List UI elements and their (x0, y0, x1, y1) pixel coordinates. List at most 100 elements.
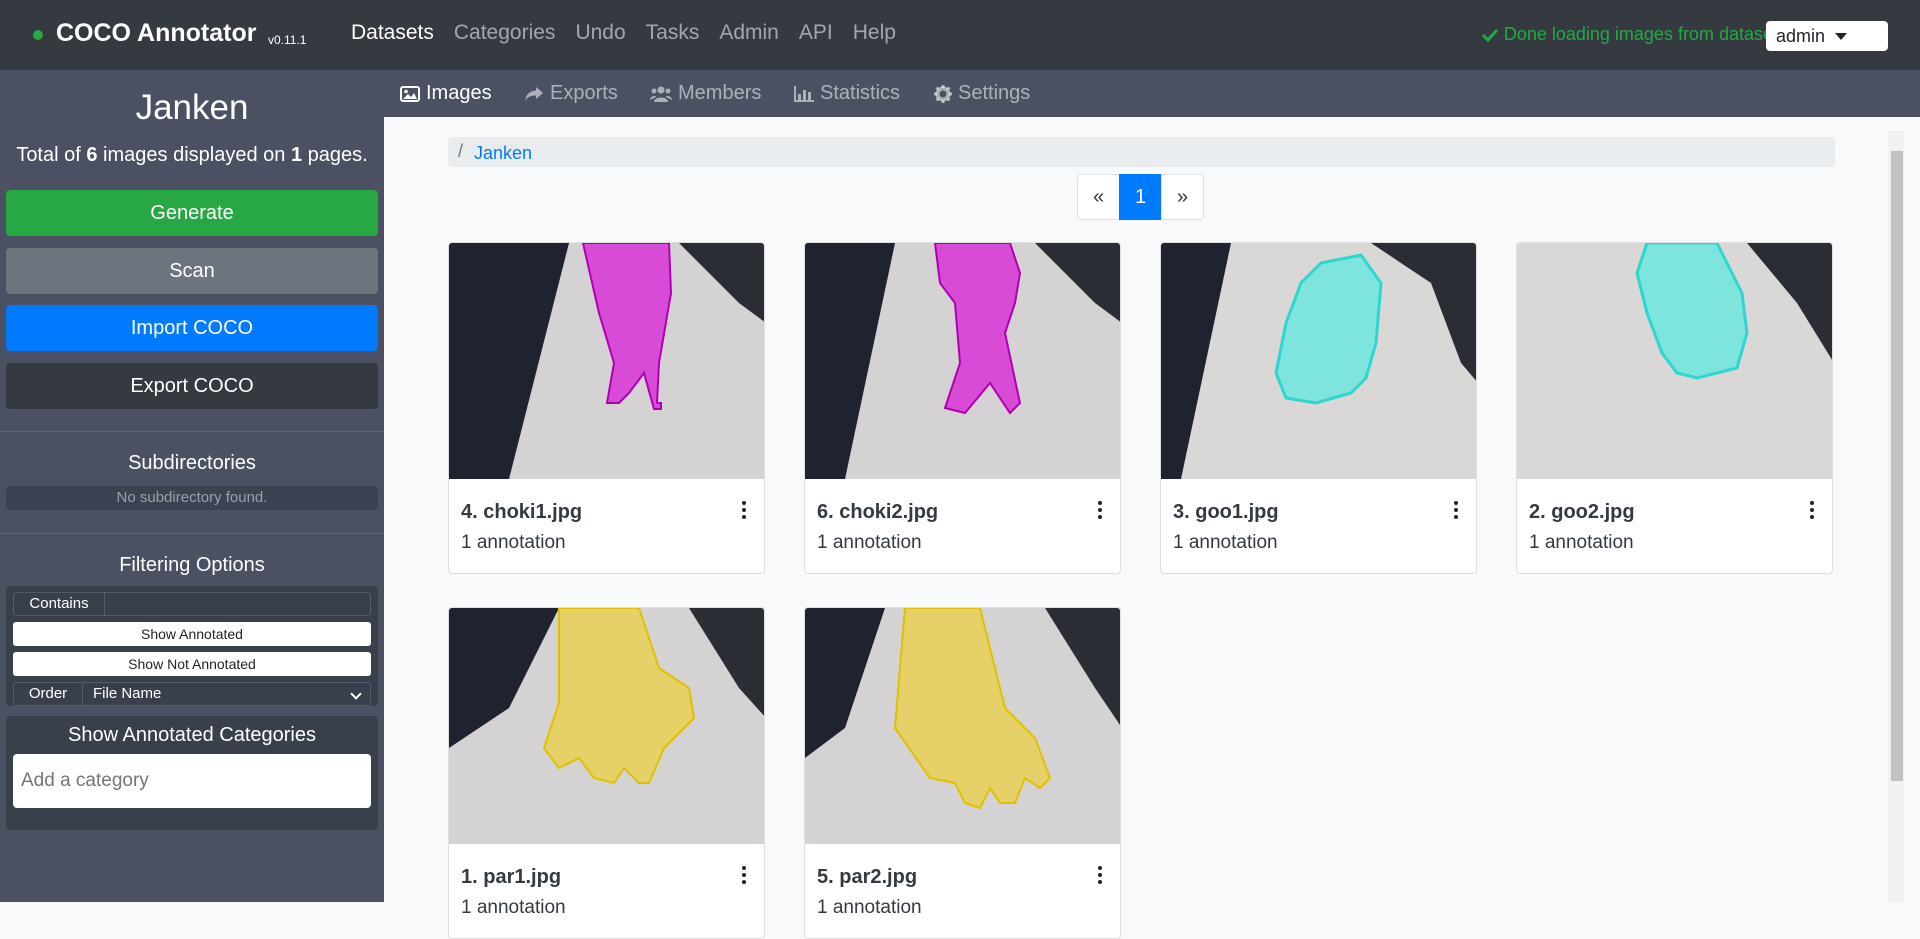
image-card[interactable]: 1. par1.jpg 1 annotation (448, 607, 765, 939)
filtering-title: Filtering Options (119, 554, 265, 576)
tab-images[interactable]: Images (400, 82, 492, 105)
image-title: 1. par1.jpg (461, 866, 562, 888)
tab-label: Statistics (820, 82, 901, 104)
scan-button[interactable]: Scan (6, 248, 378, 294)
scrollbar-thumb[interactable] (1891, 151, 1903, 781)
contains-filter: Contains (13, 592, 371, 616)
image-title: 6. choki2.jpg (817, 501, 939, 523)
order-select[interactable]: File Name (83, 682, 371, 706)
more-options-icon[interactable] (1098, 501, 1102, 519)
share-icon (525, 86, 543, 101)
nav-admin[interactable]: Admin (719, 21, 779, 45)
main-content: / Janken « 1 » 4. choki1.jpg 1 annotatio… (384, 117, 1920, 939)
nav-tasks[interactable]: Tasks (646, 21, 700, 45)
user-dropdown[interactable]: admin (1766, 21, 1888, 51)
chevron-down-icon (350, 688, 362, 700)
image-card[interactable]: 2. goo2.jpg 1 annotation (1516, 242, 1833, 574)
nav-help[interactable]: Help (853, 21, 896, 45)
image-card[interactable]: 4. choki1.jpg 1 annotation (448, 242, 765, 574)
tab-exports[interactable]: Exports (524, 82, 618, 105)
more-options-icon[interactable] (1098, 866, 1102, 884)
pagination: « 1 » (1077, 174, 1204, 220)
annotation-count: 1 annotation (1529, 532, 1634, 553)
annotation-count: 1 annotation (461, 897, 566, 918)
annotation-count: 1 annotation (1173, 532, 1278, 553)
image-title: 2. goo2.jpg (1529, 501, 1635, 523)
more-options-icon[interactable] (1810, 501, 1814, 519)
show-annotated-button[interactable]: Show Annotated (13, 622, 371, 646)
image-card[interactable]: 3. goo1.jpg 1 annotation (1160, 242, 1477, 574)
category-input[interactable]: Add a category (13, 754, 371, 808)
image-thumbnail[interactable] (449, 608, 765, 844)
order-label: Order (13, 682, 83, 706)
nav-datasets[interactable]: Datasets (351, 21, 434, 45)
dataset-title: Janken (135, 88, 249, 127)
image-title: 4. choki1.jpg (461, 501, 583, 523)
next-page-button[interactable]: » (1161, 174, 1204, 220)
status-text: Done loading images from dataset (1503, 24, 1778, 44)
sidebar: Janken Total of 6 images displayed on 1 … (0, 70, 384, 902)
annotation-count: 1 annotation (817, 897, 922, 918)
image-count: 6 (86, 144, 98, 166)
main-nav: Datasets Categories Undo Tasks Admin API… (351, 21, 916, 45)
more-options-icon[interactable] (1454, 501, 1458, 519)
contains-input[interactable] (105, 593, 370, 615)
more-options-icon[interactable] (742, 866, 746, 884)
more-options-icon[interactable] (742, 501, 746, 519)
image-card[interactable]: 6. choki2.jpg 1 annotation (804, 242, 1121, 574)
top-navbar: COCO Annotator v0.11.1 Datasets Categori… (0, 0, 1920, 70)
divider (0, 533, 384, 534)
order-filter: Order File Name (13, 682, 371, 706)
breadcrumb: / Janken (448, 137, 1835, 167)
breadcrumb-link[interactable]: Janken (474, 143, 532, 164)
tab-members[interactable]: Members (650, 82, 761, 105)
nav-api[interactable]: API (799, 21, 833, 45)
generate-button[interactable]: Generate (6, 190, 378, 236)
breadcrumb-separator: / (458, 141, 464, 161)
import-coco-button[interactable]: Import COCO (6, 305, 378, 351)
app-version: v0.11.1 (268, 33, 307, 47)
user-name: admin (1776, 25, 1826, 46)
info-prefix: Total of (16, 144, 87, 166)
tab-label: Images (426, 82, 492, 104)
users-icon (650, 86, 672, 102)
contains-label: Contains (14, 593, 105, 615)
image-thumbnail[interactable] (805, 243, 1121, 479)
export-coco-button[interactable]: Export COCO (6, 363, 378, 409)
image-icon (400, 85, 420, 102)
page-count: 1 (290, 144, 303, 166)
nav-undo[interactable]: Undo (575, 21, 625, 45)
image-thumbnail[interactable] (449, 243, 765, 479)
image-title: 5. par2.jpg (817, 866, 918, 888)
nav-categories[interactable]: Categories (454, 21, 556, 45)
tab-label: Members (678, 82, 762, 104)
image-thumbnail[interactable] (805, 608, 1121, 844)
categories-title: Show Annotated Categories (68, 724, 316, 746)
order-value: File Name (93, 685, 162, 702)
image-card[interactable]: 5. par2.jpg 1 annotation (804, 607, 1121, 939)
image-title: 3. goo1.jpg (1173, 501, 1279, 523)
divider (0, 431, 384, 432)
image-thumbnail[interactable] (1517, 243, 1833, 479)
no-subdirectory-text: No subdirectory found. (6, 486, 378, 510)
annotation-count: 1 annotation (461, 532, 566, 553)
dataset-info: Total of 6 images displayed on 1 pages. (0, 144, 384, 167)
show-not-annotated-button[interactable]: Show Not Annotated (13, 652, 371, 676)
loading-status: Done loading images from dataset (1481, 24, 1778, 45)
tab-settings[interactable]: Settings (934, 82, 1030, 105)
check-icon (1481, 28, 1498, 42)
image-thumbnail[interactable] (1161, 243, 1477, 479)
page-button[interactable]: 1 (1119, 174, 1162, 220)
info-suffix: pages. (302, 144, 368, 166)
tab-statistics[interactable]: Statistics (794, 82, 900, 105)
prev-page-button[interactable]: « (1077, 174, 1120, 220)
gear-icon (934, 84, 952, 103)
categories-panel: Show Annotated Categories Add a category (6, 716, 378, 830)
info-middle: images displayed on (97, 144, 291, 166)
annotation-count: 1 annotation (817, 532, 922, 553)
subdirectories-title: Subdirectories (128, 452, 256, 474)
app-brand[interactable]: COCO Annotator (56, 19, 256, 48)
tab-label: Exports (550, 82, 618, 104)
bar-chart-icon (794, 85, 814, 102)
filter-panel: Contains Show Annotated Show Not Annotat… (6, 586, 378, 706)
